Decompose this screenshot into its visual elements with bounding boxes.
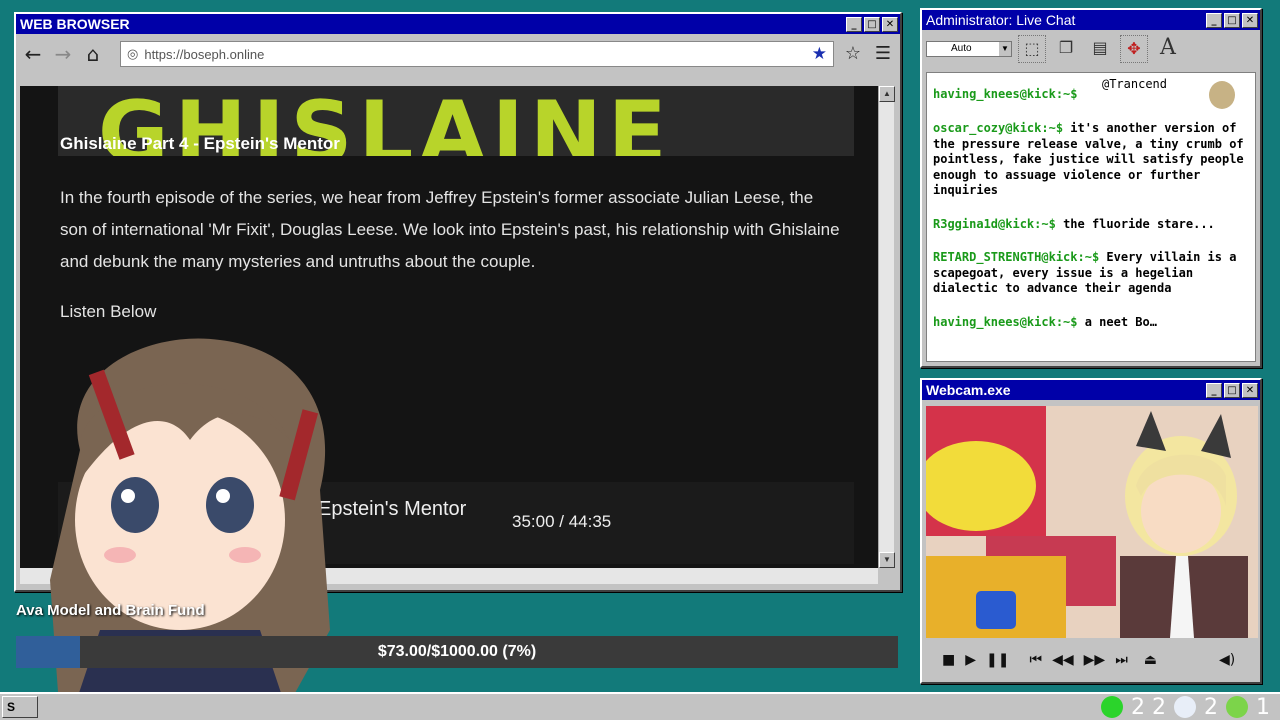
chat-text: the fluoride stare... bbox=[1063, 216, 1215, 231]
moon-icon[interactable] bbox=[1174, 696, 1196, 718]
chat-log[interactable]: @Trancend having_knees@kick:~$ oscar_coz… bbox=[926, 72, 1256, 362]
minimize-button[interactable]: _ bbox=[846, 16, 862, 32]
tray-count: 2 bbox=[1204, 694, 1218, 720]
start-button[interactable]: S bbox=[2, 696, 38, 718]
webcam-window: Webcam.exe _ □ ✕ ■ ▶ ❚❚ ⏮ ◀◀ ▶▶ ⏭ ⏏ ◀) bbox=[920, 378, 1262, 684]
page-content: GHISLAINE Ghislaine Part 4 - Epstein's M… bbox=[20, 86, 878, 568]
favorites-star-icon[interactable]: ☆ bbox=[842, 43, 864, 65]
eject-icon[interactable]: ⏏ bbox=[1144, 652, 1157, 668]
chat-username: having_knees@kick:~$ bbox=[933, 314, 1078, 329]
copy-icon[interactable]: ❐ bbox=[1052, 35, 1080, 63]
chat-username: R3ggina1d@kick:~$ bbox=[933, 216, 1056, 231]
fund-progress-text: $73.00/$1000.00 (7%) bbox=[377, 643, 537, 660]
episode-title[interactable]: Ghislaine Part 4 - Epstein's Mentor bbox=[60, 134, 340, 154]
skip-forward-icon[interactable]: ⏭ bbox=[1115, 652, 1128, 668]
chat-username: having_knees@kick:~$ bbox=[933, 87, 1078, 101]
chat-message: R3ggina1d@kick:~$ the fluoride stare... bbox=[933, 217, 1249, 233]
paste-icon[interactable]: ▤ bbox=[1086, 35, 1114, 63]
chat-message: @Trancend having_knees@kick:~$ bbox=[933, 77, 1249, 109]
start-label: S bbox=[7, 700, 16, 714]
chat-message: having_knees@kick:~$ a neet Bo… bbox=[933, 315, 1249, 331]
pause-icon[interactable]: ❚❚ bbox=[986, 652, 1009, 668]
tray-count: 2 2 bbox=[1131, 694, 1166, 720]
vertical-scrollbar[interactable]: ▲ ▼ bbox=[878, 86, 895, 568]
chat-message: oscar_cozy@kick:~$ it's another version … bbox=[933, 121, 1249, 199]
select-value: Auto bbox=[951, 43, 972, 54]
address-bar[interactable]: ◎ https://boseph.online ★ bbox=[120, 41, 834, 67]
kick-icon[interactable] bbox=[1101, 696, 1123, 718]
scroll-up-arrow-icon[interactable]: ▲ bbox=[879, 86, 895, 102]
font-icon[interactable]: A bbox=[1154, 35, 1182, 63]
episode-description: In the fourth episode of the series, we … bbox=[60, 188, 840, 271]
chat-title: Administrator: Live Chat bbox=[926, 12, 1076, 28]
mention-text: @Trancend bbox=[1101, 77, 1167, 91]
rewind-icon[interactable]: ◀◀ bbox=[1052, 652, 1074, 668]
fund-progress-bar: $73.00/$1000.00 (7%) bbox=[16, 636, 898, 668]
fast-forward-icon[interactable]: ▶▶ bbox=[1084, 652, 1106, 668]
live-chat-window: Administrator: Live Chat _ □ ✕ Auto ▼ ⬚ … bbox=[920, 8, 1262, 368]
webcam-title: Webcam.exe bbox=[926, 382, 1011, 398]
forward-arrow-icon[interactable]: → bbox=[52, 43, 74, 65]
stop-icon[interactable]: ■ bbox=[942, 652, 955, 668]
browser-titlebar[interactable]: WEB BROWSER _ □ ✕ bbox=[16, 14, 900, 34]
horizontal-scrollbar[interactable] bbox=[20, 568, 878, 584]
media-controls: ■ ▶ ❚❚ ⏮ ◀◀ ▶▶ ⏭ ⏏ ◀) bbox=[926, 642, 1258, 678]
close-button[interactable]: ✕ bbox=[882, 16, 898, 32]
skip-back-icon[interactable]: ⏮ bbox=[1029, 652, 1042, 668]
browser-title: WEB BROWSER bbox=[20, 16, 130, 32]
play-circle-icon[interactable] bbox=[1226, 696, 1248, 718]
taskbar: S 2 2 2 1 bbox=[0, 692, 1280, 720]
maximize-button[interactable]: □ bbox=[1224, 12, 1240, 28]
browser-window: WEB BROWSER _ □ ✕ ← → ⌂ ◎ https://boseph… bbox=[14, 12, 902, 592]
menu-hamburger-icon[interactable]: ☰ bbox=[872, 43, 894, 65]
chevron-down-icon: ▼ bbox=[999, 42, 1011, 56]
maximize-button[interactable]: □ bbox=[864, 16, 880, 32]
listen-label: Listen Below bbox=[60, 302, 157, 321]
chat-username: RETARD_STRENGTH@kick:~$ bbox=[933, 250, 1100, 264]
player-title: Epstein's Mentor bbox=[318, 498, 467, 520]
system-tray: 2 2 2 1 bbox=[1101, 694, 1270, 720]
select-region-icon[interactable]: ⬚ bbox=[1018, 35, 1046, 63]
minimize-button[interactable]: _ bbox=[1206, 382, 1222, 398]
chat-text: a neet Bo… bbox=[1084, 314, 1157, 329]
fund-title: Ava Model and Brain Fund bbox=[16, 602, 205, 619]
minimize-button[interactable]: _ bbox=[1206, 12, 1222, 28]
chat-message: RETARD_STRENGTH@kick:~$ Every villain is… bbox=[933, 250, 1249, 297]
tray-count: 1 bbox=[1256, 694, 1270, 720]
webcam-titlebar[interactable]: Webcam.exe _ □ ✕ bbox=[922, 380, 1260, 400]
url-text: https://boseph.online bbox=[144, 46, 265, 62]
maximize-button[interactable]: □ bbox=[1224, 382, 1240, 398]
scroll-down-arrow-icon[interactable]: ▼ bbox=[879, 552, 895, 568]
globe-icon: ◎ bbox=[127, 46, 139, 62]
player-time: 35:00 / 44:35 bbox=[512, 512, 612, 531]
webcam-feed-image bbox=[926, 406, 1258, 638]
chat-toolbar: Auto ▼ ⬚ ❐ ▤ ✥ A bbox=[922, 30, 1260, 68]
font-size-select[interactable]: Auto ▼ bbox=[926, 41, 1012, 57]
move-icon[interactable]: ✥ bbox=[1120, 35, 1148, 63]
home-icon[interactable]: ⌂ bbox=[82, 43, 104, 65]
volume-icon[interactable]: ◀) bbox=[1219, 652, 1235, 668]
audio-player[interactable]: Epstein's Mentor 35:00 / 44:35 bbox=[58, 482, 854, 564]
close-button[interactable]: ✕ bbox=[1242, 12, 1258, 28]
close-button[interactable]: ✕ bbox=[1242, 382, 1258, 398]
chat-titlebar[interactable]: Administrator: Live Chat _ □ ✕ bbox=[922, 10, 1260, 30]
back-arrow-icon[interactable]: ← bbox=[22, 43, 44, 65]
user-avatar bbox=[1209, 81, 1235, 109]
chat-username: oscar_cozy@kick:~$ bbox=[933, 121, 1064, 135]
bookmark-star-icon[interactable]: ★ bbox=[812, 44, 827, 64]
play-icon[interactable]: ▶ bbox=[965, 652, 976, 668]
browser-navbar: ← → ⌂ ◎ https://boseph.online ★ ☆ ☰ bbox=[16, 34, 900, 74]
